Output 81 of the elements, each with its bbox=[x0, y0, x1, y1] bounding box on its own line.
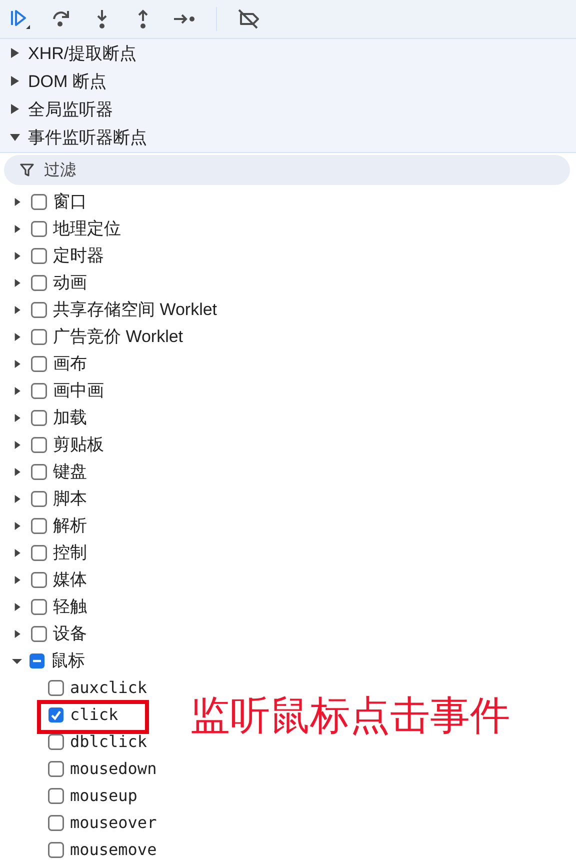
expanded-arrow-icon[interactable] bbox=[10, 132, 20, 142]
checkbox[interactable] bbox=[29, 652, 45, 668]
collapsed-arrow-icon[interactable] bbox=[10, 76, 20, 86]
collapsed-arrow-icon[interactable] bbox=[14, 602, 22, 612]
checkbox[interactable] bbox=[31, 302, 47, 318]
category-label: 窗口 bbox=[53, 191, 87, 213]
section-header[interactable]: DOM 断点 bbox=[28, 70, 106, 92]
checkbox[interactable] bbox=[48, 706, 64, 722]
collapsed-arrow-icon[interactable] bbox=[14, 332, 22, 342]
category-label: 键盘 bbox=[53, 461, 87, 483]
category-label: 广告竞价 Worklet bbox=[53, 326, 184, 348]
category-label: 轻触 bbox=[53, 596, 87, 618]
checkbox[interactable] bbox=[31, 572, 47, 588]
collapsed-arrow-icon[interactable] bbox=[14, 224, 22, 234]
category-label: 共享存储空间 Worklet bbox=[53, 299, 218, 321]
category-label: 设备 bbox=[53, 623, 87, 645]
checkbox[interactable] bbox=[31, 356, 47, 372]
checkbox[interactable] bbox=[31, 490, 47, 506]
category-label: 脚本 bbox=[53, 488, 87, 510]
category-label: 加载 bbox=[53, 407, 87, 429]
category-label: 画布 bbox=[53, 353, 87, 375]
section-header[interactable]: XHR/提取断点 bbox=[28, 42, 137, 64]
checkbox[interactable] bbox=[48, 788, 64, 804]
checkbox[interactable] bbox=[48, 760, 64, 776]
checkbox[interactable] bbox=[31, 220, 47, 236]
category-label: 地理定位 bbox=[53, 218, 121, 240]
section-header[interactable]: 事件监听器断点 bbox=[28, 126, 147, 148]
category-label: 画中画 bbox=[53, 380, 104, 402]
event-label: mousedown bbox=[70, 759, 157, 778]
collapsed-arrow-icon[interactable] bbox=[14, 520, 22, 530]
checkbox[interactable] bbox=[31, 194, 47, 210]
checkbox[interactable] bbox=[31, 544, 47, 560]
category-label: 动画 bbox=[53, 272, 87, 294]
collapsed-arrow-icon[interactable] bbox=[14, 358, 22, 368]
category-label: 解析 bbox=[53, 515, 87, 537]
category-label: 媒体 bbox=[53, 569, 87, 591]
checkbox[interactable] bbox=[48, 814, 64, 830]
category-label: 剪贴板 bbox=[53, 434, 104, 456]
collapsed-arrow-icon[interactable] bbox=[14, 628, 22, 638]
checkbox[interactable] bbox=[31, 464, 47, 480]
checkbox[interactable] bbox=[31, 328, 47, 344]
collapsed-arrow-icon[interactable] bbox=[14, 440, 22, 450]
resume-icon[interactable] bbox=[9, 8, 31, 30]
category-label: 定时器 bbox=[53, 245, 104, 267]
checkbox[interactable] bbox=[31, 626, 47, 642]
checkbox[interactable] bbox=[31, 518, 47, 534]
checkbox[interactable] bbox=[31, 382, 47, 398]
deactivate-breakpoints-icon[interactable] bbox=[236, 8, 262, 30]
checkbox[interactable] bbox=[31, 598, 47, 614]
category-label: 鼠标 bbox=[51, 650, 85, 672]
event-label: auxclick bbox=[70, 678, 148, 697]
checkbox[interactable] bbox=[48, 734, 64, 750]
collapsed-arrow-icon[interactable] bbox=[14, 548, 22, 558]
filter-icon bbox=[20, 163, 34, 177]
category-label: 控制 bbox=[53, 542, 87, 564]
collapsed-arrow-icon[interactable] bbox=[14, 466, 22, 476]
checkbox[interactable] bbox=[31, 436, 47, 452]
collapsed-arrow-icon[interactable] bbox=[14, 278, 22, 288]
checkbox[interactable] bbox=[31, 274, 47, 290]
collapsed-arrow-icon[interactable] bbox=[14, 250, 22, 260]
collapsed-arrow-icon[interactable] bbox=[14, 494, 22, 504]
collapsed-arrow-icon[interactable] bbox=[14, 574, 22, 584]
collapsed-arrow-icon[interactable] bbox=[14, 386, 22, 396]
checkbox[interactable] bbox=[31, 248, 47, 264]
event-label: mouseover bbox=[70, 813, 157, 832]
event-label: mousemove bbox=[70, 840, 157, 859]
section-header[interactable]: 全局监听器 bbox=[28, 98, 113, 120]
collapsed-arrow-icon[interactable] bbox=[14, 196, 22, 206]
checkbox[interactable] bbox=[48, 680, 64, 696]
collapsed-arrow-icon[interactable] bbox=[10, 48, 20, 58]
checkbox[interactable] bbox=[31, 410, 47, 426]
collapsed-arrow-icon[interactable] bbox=[14, 304, 22, 314]
annotation-text: 监听鼠标点击事件 bbox=[190, 693, 510, 740]
filter-placeholder: 过滤 bbox=[44, 160, 76, 180]
checkbox[interactable] bbox=[48, 842, 64, 858]
event-label: click bbox=[70, 705, 118, 724]
event-label: dblclick bbox=[70, 732, 148, 751]
collapsed-arrow-icon[interactable] bbox=[14, 412, 22, 422]
event-label: mouseup bbox=[70, 786, 138, 805]
filter-field[interactable]: 过滤 bbox=[4, 155, 570, 185]
collapsed-arrow-icon[interactable] bbox=[10, 104, 20, 114]
